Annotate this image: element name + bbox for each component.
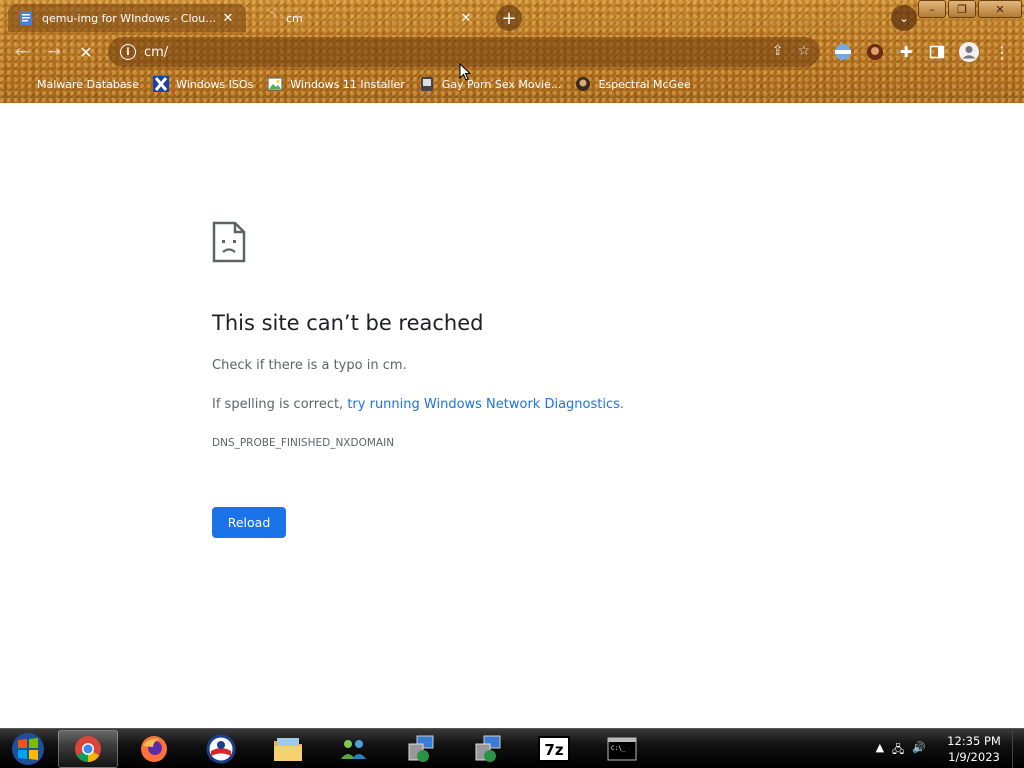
tab-search-chevron-icon[interactable]: ⌄ xyxy=(891,5,917,31)
forward-arrow-icon[interactable]: → xyxy=(42,40,66,64)
address-text[interactable]: cm/ xyxy=(144,45,168,60)
network-diagnostics-link[interactable]: try running Windows Network Diagnostics xyxy=(347,397,620,412)
taskbar-obama-logo-icon[interactable] xyxy=(191,730,251,768)
puzzle-extensions-icon[interactable]: ✚ xyxy=(895,41,917,63)
x-logo-icon xyxy=(153,76,170,92)
taskbar-remote-desktop-icon[interactable] xyxy=(391,730,451,768)
bookmark-windows-isos[interactable]: Windows ISOs xyxy=(153,76,253,92)
taskbar: 7z C:\_ ▲ 🖧 🔊 12:35 PM 1/9/2023 xyxy=(0,728,1024,768)
svg-text:7z: 7z xyxy=(544,741,563,759)
close-window-icon[interactable]: ✕ xyxy=(978,0,1022,18)
error-page: This site can’t be reached Check if ther… xyxy=(0,103,1024,728)
bookmark-label: Windows 11 Installer xyxy=(290,77,405,91)
extension-flag-icon[interactable] xyxy=(832,41,854,63)
error-diagnostics-hint: If spelling is correct, try running Wind… xyxy=(212,397,624,412)
bookmark-label: Windows ISOs xyxy=(176,77,254,91)
taskbar-firefox-icon[interactable] xyxy=(124,730,184,768)
network-icon[interactable]: 🖧 xyxy=(892,741,904,760)
taskbar-7zip-icon[interactable]: 7z xyxy=(524,730,584,768)
folder-icon xyxy=(14,76,30,92)
volume-icon[interactable]: 🔊 xyxy=(912,741,926,760)
bookmark-malware-database[interactable]: Malware Database xyxy=(14,76,139,92)
doc-favicon-icon xyxy=(18,10,34,26)
tab-close-icon[interactable]: ✕ xyxy=(458,11,474,26)
clock[interactable]: 12:35 PM 1/9/2023 xyxy=(944,733,1004,765)
stop-loading-icon[interactable]: ✕ xyxy=(74,40,98,64)
taskbar-network-users-icon[interactable] xyxy=(324,730,384,768)
minimize-icon[interactable]: – xyxy=(918,0,946,18)
menu-kebab-icon[interactable]: ⋮ xyxy=(991,41,1013,63)
avatar-icon xyxy=(419,76,435,92)
taskbar-command-prompt-icon[interactable]: C:\_ xyxy=(592,730,652,768)
tab-close-icon[interactable]: ✕ xyxy=(220,11,236,26)
taskbar-chrome-icon[interactable] xyxy=(58,730,118,768)
share-icon[interactable]: ⇪ xyxy=(772,43,784,59)
svg-text:C:\_: C:\_ xyxy=(611,745,626,752)
back-arrow-icon[interactable]: ← xyxy=(10,40,34,64)
profile-icon[interactable] xyxy=(958,41,980,63)
system-tray: ▲ 🖧 🔊 xyxy=(876,741,926,760)
new-tab-button[interactable]: + xyxy=(496,5,522,31)
info-icon[interactable]: i xyxy=(120,44,136,60)
error-title: This site can’t be reached xyxy=(212,311,484,335)
bookmark-label: Espectral McGee xyxy=(598,77,691,91)
error-suggestion: Check if there is a typo in cm. xyxy=(212,358,407,373)
clock-time: 12:35 PM xyxy=(947,734,1001,748)
browser-toolbar: ← → ✕ i cm/ ⇪ ☆ ✚ ⋮ xyxy=(0,36,1024,68)
taskbar-remote-desktop-icon[interactable] xyxy=(458,730,518,768)
star-bookmark-icon[interactable]: ☆ xyxy=(797,43,810,59)
reload-button[interactable]: Reload xyxy=(212,507,286,538)
clock-date: 1/9/2023 xyxy=(948,750,1000,764)
restore-icon[interactable]: ❐ xyxy=(948,0,976,18)
hint-prefix: If spelling is correct, xyxy=(212,397,348,412)
tab-title: qemu-img for WIndows - Cloudbase xyxy=(42,11,220,25)
browser-frame: qemu-img for WIndows - Cloudbase ✕ cm ✕ … xyxy=(0,0,1024,103)
image-icon xyxy=(267,76,283,92)
tab-qemu-img[interactable]: qemu-img for WIndows - Cloudbase ✕ xyxy=(8,4,246,32)
bookmark-label: Malware Database xyxy=(37,77,140,91)
bookmark-gay-porn[interactable]: Gay Porn Sex Movie... xyxy=(419,76,561,92)
extension-avatar-icon[interactable] xyxy=(864,41,886,63)
tab-cm[interactable]: cm ✕ xyxy=(252,4,484,32)
tray-expand-arrow-icon[interactable]: ▲ xyxy=(876,741,884,760)
loading-spinner-icon xyxy=(262,10,278,26)
error-code: DNS_PROBE_FINISHED_NXDOMAIN xyxy=(212,437,395,449)
avatar-icon xyxy=(575,76,591,92)
taskbar-file-explorer-icon[interactable] xyxy=(258,730,318,768)
sad-page-icon xyxy=(212,221,246,267)
bookmark-windows-11-installer[interactable]: Windows 11 Installer xyxy=(267,76,405,92)
bookmarks-bar: Malware Database Windows ISOs Windows 11… xyxy=(0,72,1024,96)
tab-strip: qemu-img for WIndows - Cloudbase ✕ cm ✕ … xyxy=(0,0,1024,34)
start-button-icon[interactable] xyxy=(6,731,50,767)
show-desktop-button[interactable] xyxy=(1012,729,1024,768)
window-controls: – ❐ ✕ xyxy=(916,0,1022,18)
tab-title: cm xyxy=(286,11,303,25)
hint-suffix: . xyxy=(619,397,625,412)
bookmark-espectral-mcgee[interactable]: Espectral McGee xyxy=(575,76,691,92)
mouse-cursor-icon xyxy=(459,62,472,85)
side-panel-icon[interactable] xyxy=(926,41,948,63)
